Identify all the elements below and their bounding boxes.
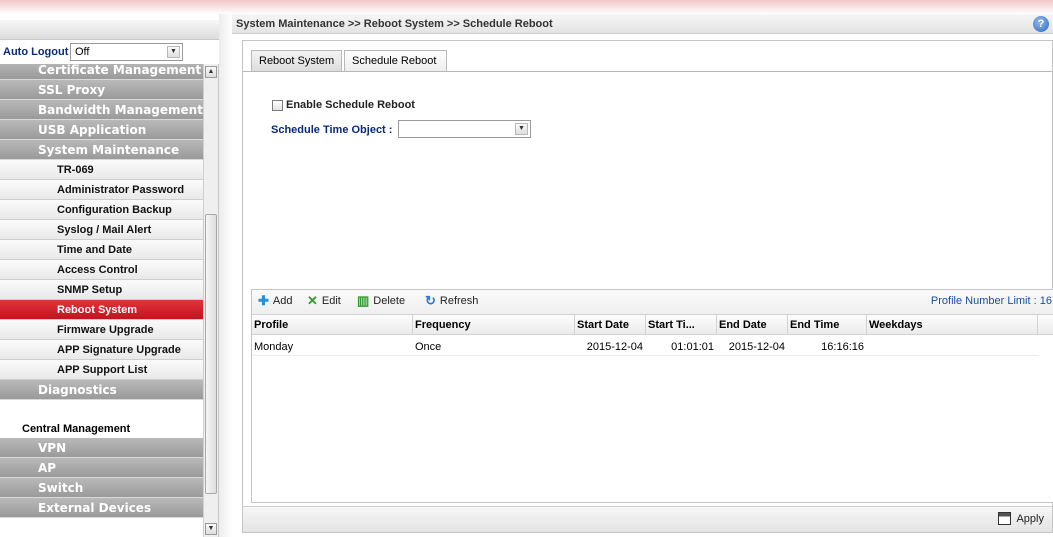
bottom-bar: Apply (243, 506, 1052, 532)
delete-label: Delete (373, 295, 406, 307)
breadcrumb-bar: System Maintenance >> Reboot System >> S… (232, 14, 1053, 34)
col-frequency[interactable]: Frequency (413, 315, 575, 335)
save-icon (998, 512, 1012, 525)
sidebar-menu: Certificate Management SSL Proxy Bandwidth… (0, 64, 203, 537)
cell-start-date: 2015-12-04 (586, 341, 643, 353)
tab-schedule-reboot[interactable]: Schedule Reboot (344, 50, 447, 72)
sidebar-item-certificate-management[interactable]: Certificate Management (0, 64, 203, 80)
enable-schedule-checkbox[interactable] (272, 99, 283, 111)
sidebar-item-ap[interactable]: AP (0, 458, 203, 478)
enable-schedule-row: Enable Schedule Reboot (272, 99, 415, 111)
refresh-icon: ↻ (425, 293, 436, 308)
col-start-date[interactable]: Start Date (575, 315, 646, 335)
apply-label: Apply (1016, 512, 1044, 525)
sidebar-item-diagnostics[interactable]: Diagnostics (0, 380, 203, 400)
sidebar-item-reboot-system[interactable]: Reboot System (0, 300, 203, 320)
col-end-time[interactable]: End Time (788, 315, 867, 335)
sidebar-item-time-and-date[interactable]: Time and Date (0, 240, 203, 260)
sidebar-item-firmware-upgrade[interactable]: Firmware Upgrade (0, 320, 203, 340)
grid-body: Monday Once 2015-12-04 01:01:01 2015-12-… (252, 335, 1053, 502)
col-start-time[interactable]: Start Ti... (646, 315, 717, 335)
menu-list: Certificate Management SSL Proxy Bandwidth… (0, 64, 203, 518)
col-end-date[interactable]: End Date (717, 315, 788, 335)
sidebar-item-snmp-setup[interactable]: SNMP Setup (0, 280, 203, 300)
top-banner (0, 0, 1053, 14)
sidebar-scrollbar[interactable]: ▲ ▼ (203, 64, 217, 537)
auto-logout-value: Off (75, 46, 90, 58)
scroll-down-icon[interactable]: ▼ (205, 523, 217, 535)
refresh-button[interactable]: ↻ Refresh (425, 293, 479, 308)
sidebar-item-app-support-list[interactable]: APP Support List (0, 360, 203, 380)
sidebar-item-central-management[interactable]: Central Management (0, 420, 203, 438)
add-button[interactable]: ✚ Add (258, 293, 293, 308)
chevron-down-icon[interactable]: ▼ (515, 123, 528, 135)
delete-button[interactable]: ▥ Delete (357, 293, 406, 308)
help-icon[interactable]: ? (1033, 16, 1049, 32)
sidebar: Auto Logout : Off ▼ Certificate Manageme… (0, 20, 219, 537)
auto-logout-row: Auto Logout : Off ▼ (0, 40, 219, 64)
col-profile[interactable]: Profile (252, 315, 413, 335)
cell-weekdays (869, 338, 1035, 356)
refresh-label: Refresh (439, 295, 479, 307)
schedule-time-label: Schedule Time Object : (271, 124, 393, 136)
apply-button[interactable]: Apply (998, 512, 1044, 525)
sidebar-item-vpn[interactable]: VPN (0, 438, 203, 458)
cell-end-date: 2015-12-04 (728, 341, 785, 353)
cell-start-time: 01:01:01 (671, 341, 714, 353)
scroll-up-icon[interactable]: ▲ (205, 66, 217, 78)
grid-toolbar: ✚ Add ✕ Edit ▥ Delete ↻ Refresh Profile … (252, 290, 1053, 314)
tab-reboot-system[interactable]: Reboot System (251, 50, 342, 72)
edit-icon: ✕ (307, 293, 318, 308)
edit-button[interactable]: ✕ Edit (307, 293, 341, 308)
sidebar-item-app-signature-upgrade[interactable]: APP Signature Upgrade (0, 340, 203, 360)
sidebar-item-tr-069[interactable]: TR-069 (0, 160, 203, 180)
sidebar-item-configuration-backup[interactable]: Configuration Backup (0, 200, 203, 220)
sidebar-item-ssl-proxy[interactable]: SSL Proxy (0, 80, 203, 100)
sidebar-item-administrator-password[interactable]: Administrator Password (0, 180, 203, 200)
auto-logout-label: Auto Logout : (3, 46, 75, 58)
schedule-time-select[interactable]: ▼ (398, 120, 531, 138)
sidebar-item-usb-application[interactable]: USB Application (0, 120, 203, 140)
schedule-reboot-panel: Reboot System Schedule Reboot Enable Sch… (242, 40, 1053, 533)
enable-schedule-label: Enable Schedule Reboot (286, 99, 415, 111)
sidebar-item-blank (0, 400, 203, 420)
profile-number-limit: Profile Number Limit : 16 (930, 295, 1052, 307)
add-label: Add (272, 295, 293, 307)
delete-icon: ▥ (357, 293, 370, 308)
sidebar-item-system-maintenance[interactable]: System Maintenance (0, 140, 203, 160)
cell-end-time: 16:16:16 (821, 341, 864, 353)
col-weekdays[interactable]: Weekdays (867, 315, 1038, 335)
table-row[interactable]: Monday Once 2015-12-04 01:01:01 2015-12-… (252, 338, 1038, 356)
edit-label: Edit (321, 295, 341, 307)
sidebar-item-bandwidth-management[interactable]: Bandwidth Management (0, 100, 203, 120)
sidebar-header (0, 20, 219, 40)
auto-logout-select[interactable]: Off ▼ (70, 43, 183, 61)
cell-profile: Monday (254, 341, 294, 353)
sidebar-item-switch[interactable]: Switch (0, 478, 203, 498)
sidebar-item-access-control[interactable]: Access Control (0, 260, 203, 280)
breadcrumb: System Maintenance >> Reboot System >> S… (236, 18, 553, 30)
sidebar-item-external-devices[interactable]: External Devices (0, 498, 203, 518)
grid-header: Profile Frequency Start Date Start Ti...… (252, 314, 1053, 335)
main-content: System Maintenance >> Reboot System >> S… (232, 14, 1053, 537)
cell-frequency: Once (415, 341, 442, 353)
chevron-down-icon[interactable]: ▼ (167, 46, 180, 58)
tab-underline (243, 71, 1052, 72)
schedule-profile-grid: ✚ Add ✕ Edit ▥ Delete ↻ Refresh Profile … (251, 289, 1053, 503)
add-icon: ✚ (258, 293, 269, 308)
scrollbar-thumb[interactable] (205, 214, 217, 494)
frame-divider (219, 14, 232, 537)
sidebar-item-syslog-mail-alert[interactable]: Syslog / Mail Alert (0, 220, 203, 240)
